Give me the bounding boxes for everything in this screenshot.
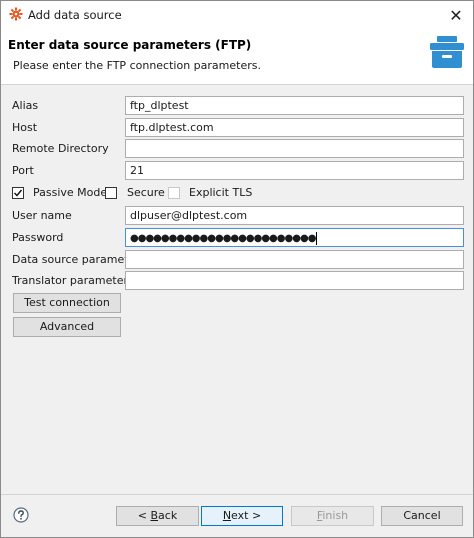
next-button[interactable]: Next > <box>201 506 283 526</box>
back-prefix: < <box>137 509 151 522</box>
alias-input[interactable]: ftp_dlptest <box>125 96 464 115</box>
translator-parameters-input[interactable] <box>125 271 464 290</box>
passive-mode-label: Passive Mode <box>33 186 108 199</box>
host-input[interactable]: ftp.dlptest.com <box>125 118 464 137</box>
wizard-header: Enter data source parameters (FTP) Pleas… <box>1 29 473 85</box>
passive-mode-checkbox[interactable] <box>12 187 24 199</box>
finish-button[interactable]: Finish <box>291 506 374 526</box>
back-label: ack <box>158 509 178 522</box>
back-button[interactable]: < Back <box>116 506 199 526</box>
cancel-button[interactable]: Cancel <box>381 506 463 526</box>
port-label: Port <box>12 164 34 177</box>
gear-logo-icon <box>9 7 23 21</box>
port-input[interactable]: 21 <box>125 161 464 180</box>
remote-directory-label: Remote Directory <box>12 142 109 155</box>
secure-checkbox[interactable] <box>105 187 117 199</box>
secure-label: Secure <box>127 186 165 199</box>
help-icon[interactable] <box>13 507 29 523</box>
explicit-tls-label: Explicit TLS <box>189 186 253 199</box>
add-data-source-dialog: Add data source ✕ Enter data source para… <box>0 0 474 538</box>
user-name-label: User name <box>12 209 72 222</box>
text-caret <box>316 231 318 245</box>
data-source-parameters-input[interactable] <box>125 250 464 269</box>
translator-parameters-label: Translator parameters <box>12 274 134 287</box>
alias-label: Alias <box>12 99 39 112</box>
password-label: Password <box>12 231 64 244</box>
bottom-separator <box>1 494 473 495</box>
page-title: Enter data source parameters (FTP) <box>8 38 252 52</box>
back-mnemonic: B <box>150 509 159 522</box>
close-icon: ✕ <box>449 5 463 25</box>
user-name-input[interactable]: dlpuser@dlptest.com <box>125 206 464 225</box>
title-bar: Add data source ✕ <box>1 1 473 29</box>
explicit-tls-checkbox[interactable] <box>168 187 180 199</box>
database-box-icon <box>427 33 467 71</box>
password-input[interactable]: ●●●●●●●●●●●●●●●●●●●●●●●● <box>125 228 464 247</box>
remote-directory-input[interactable] <box>125 139 464 158</box>
close-button[interactable]: ✕ <box>439 1 473 29</box>
next-mnemonic: N <box>222 509 232 522</box>
password-mask: ●●●●●●●●●●●●●●●●●●●●●●●● <box>130 233 316 244</box>
window-title: Add data source <box>28 8 122 22</box>
next-label: ext > <box>231 509 262 522</box>
test-connection-button[interactable]: Test connection <box>13 293 121 313</box>
checkmark-icon <box>13 189 23 197</box>
page-subtitle: Please enter the FTP connection paramete… <box>13 59 261 72</box>
advanced-button[interactable]: Advanced <box>13 317 121 337</box>
finish-label: inish <box>322 509 349 522</box>
host-label: Host <box>12 121 38 134</box>
